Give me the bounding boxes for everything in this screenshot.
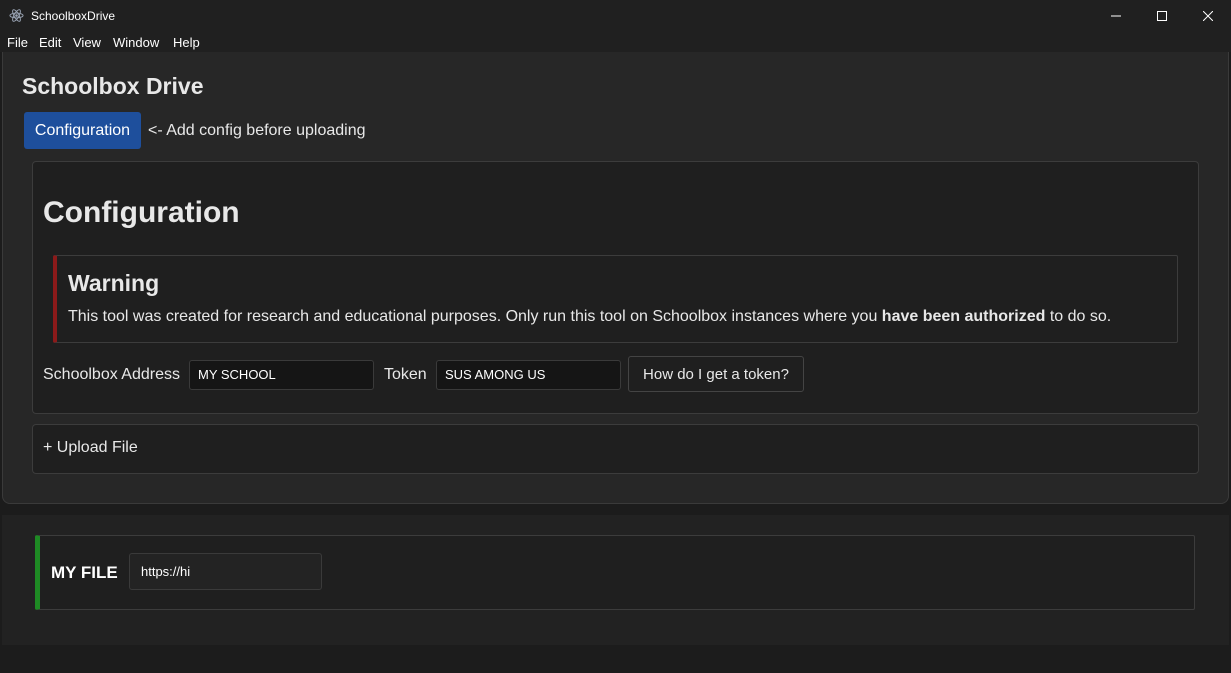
warning-box [53, 255, 1178, 343]
title-bar: SchoolboxDrive [0, 0, 1231, 31]
warning-title: Warning [68, 270, 160, 296]
upload-file-label[interactable]: + Upload File [43, 439, 138, 457]
configuration-button[interactable]: Configuration [24, 112, 141, 149]
configuration-title: Configuration [43, 196, 240, 229]
menu-file[interactable]: File [7, 35, 28, 50]
maximize-button[interactable] [1139, 0, 1185, 31]
schoolbox-address-label: Schoolbox Address [43, 366, 180, 383]
warning-text-end: to do so. [1045, 308, 1112, 325]
menu-help[interactable]: Help [173, 35, 200, 50]
maximize-icon [1157, 10, 1167, 21]
menu-window[interactable]: Window [113, 35, 159, 50]
token-input[interactable]: SUS AMONG US [436, 360, 621, 390]
minimize-icon [1111, 15, 1121, 16]
uploaded-file-name: MY FILE [51, 563, 118, 582]
upload-file-toggle[interactable] [32, 424, 1199, 474]
warning-text-emphasis: have been authorized [881, 308, 1046, 325]
menu-edit[interactable]: Edit [39, 35, 61, 50]
warning-text: This tool was created for research and e… [68, 308, 1111, 326]
token-label: Token [384, 366, 427, 383]
close-button[interactable] [1185, 0, 1231, 31]
menu-view[interactable]: View [73, 35, 101, 50]
menu-bar: File Edit View Window Help [0, 31, 1231, 52]
uploaded-file-url-input[interactable]: https://hi [129, 553, 322, 590]
warning-text-start: This tool was created for research and e… [68, 308, 882, 325]
window-title: SchoolboxDrive [31, 9, 116, 23]
token-help-button[interactable]: How do I get a token? [628, 356, 804, 392]
schoolbox-address-input[interactable]: MY SCHOOL [189, 360, 374, 390]
minimize-button[interactable] [1093, 0, 1139, 31]
config-hint: <- Add config before uploading [148, 122, 366, 139]
electron-atom-icon [9, 9, 24, 22]
app-heading: Schoolbox Drive [22, 73, 204, 99]
close-icon [1203, 10, 1213, 21]
